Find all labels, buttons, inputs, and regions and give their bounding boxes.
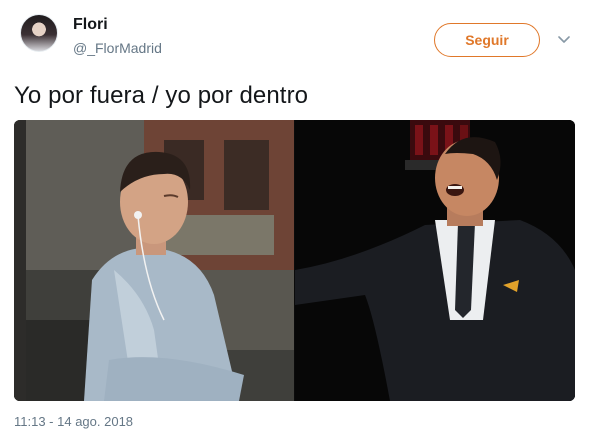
- photo-singer[interactable]: [295, 120, 575, 401]
- chevron-down-icon[interactable]: [556, 34, 572, 46]
- media-grid: [14, 120, 575, 401]
- tweet-card: Flori @_FlorMadrid Seguir Yo por fuera /…: [0, 0, 602, 439]
- tweet-header: Flori @_FlorMadrid Seguir: [0, 0, 602, 70]
- tweet-timestamp[interactable]: 11:13 - 14 ago. 2018: [14, 414, 133, 429]
- tweet-text: Yo por fuera / yo por dentro: [14, 82, 309, 109]
- avatar[interactable]: [20, 14, 58, 52]
- user-handle[interactable]: @_FlorMadrid: [73, 40, 162, 56]
- photo-calm-man[interactable]: [14, 120, 294, 401]
- display-name[interactable]: Flori: [73, 16, 108, 34]
- follow-button[interactable]: Seguir: [434, 23, 540, 57]
